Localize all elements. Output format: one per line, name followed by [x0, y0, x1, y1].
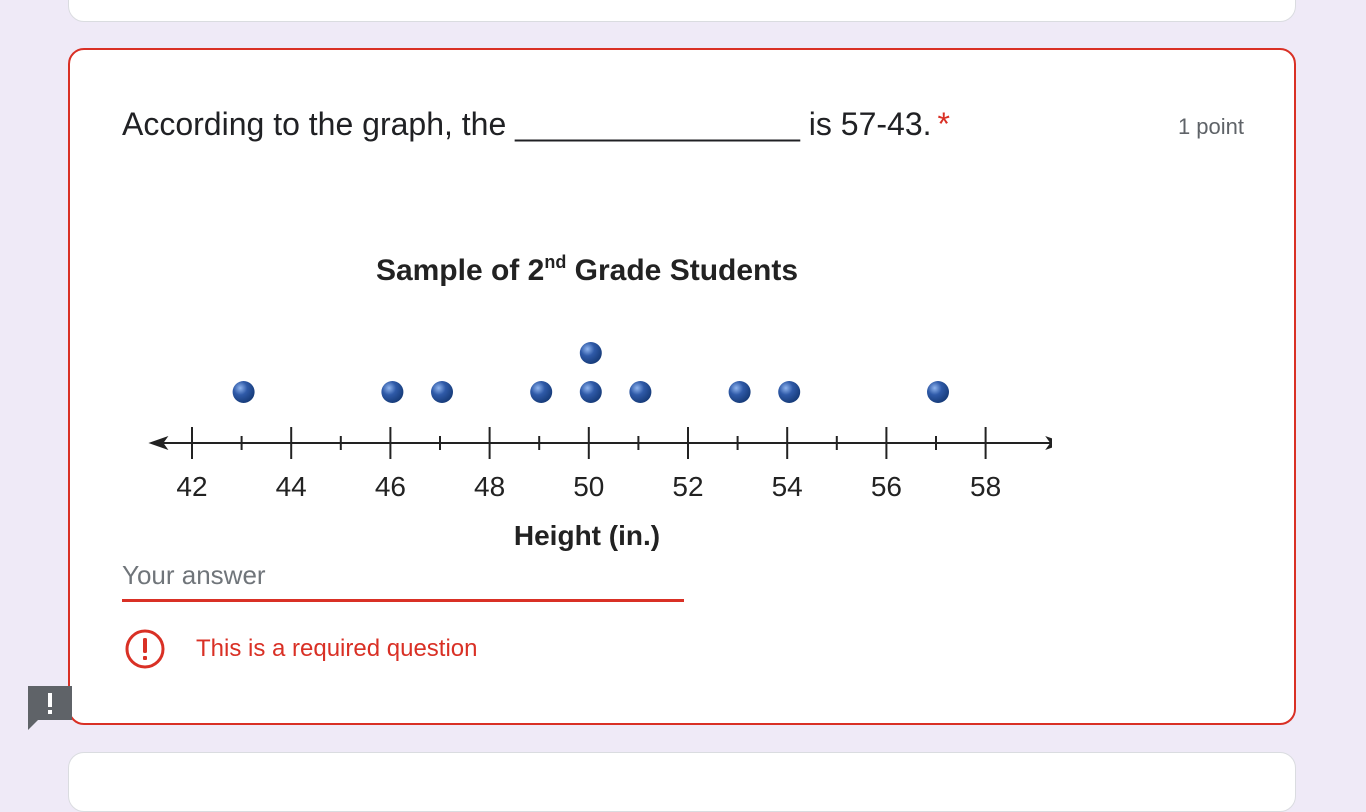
- data-point: [629, 381, 652, 403]
- x-tick-label: 46: [375, 471, 406, 502]
- data-point: [579, 342, 602, 364]
- answer-input[interactable]: [122, 558, 684, 599]
- report-feedback-icon[interactable]: [28, 686, 72, 730]
- previous-question-card: [68, 0, 1296, 22]
- question-text: According to the graph, the ____________…: [122, 106, 932, 142]
- question-title: According to the graph, the ____________…: [122, 106, 950, 143]
- question-points: 1 point: [1177, 114, 1244, 139]
- data-point: [927, 381, 949, 403]
- dot-plot-svg: Sample of 2nd Grade Students 42 44 46 48 50 5…: [148, 252, 1052, 551]
- data-point: [530, 381, 553, 403]
- error-text: This is a required question: [196, 635, 478, 662]
- x-tick-label: 50: [573, 471, 604, 502]
- x-tick-label: 52: [672, 471, 703, 502]
- chart-title-prefix: Sample of 2: [376, 254, 544, 287]
- required-asterisk: *: [937, 106, 950, 142]
- x-tick-label: 42: [176, 471, 207, 502]
- dot-plot-figure: Sample of 2nd Grade Students 42 44 46 48 50 5…: [122, 200, 1052, 570]
- chart-title: Sample of 2nd Grade Students: [376, 252, 798, 287]
- answer-underline: [122, 599, 684, 602]
- answer-field[interactable]: [122, 558, 684, 602]
- error-message: This is a required question: [124, 628, 477, 670]
- chart-title-suffix: Grade Students: [566, 254, 798, 287]
- chart-title-superscript: nd: [544, 252, 566, 272]
- next-question-card: [68, 752, 1296, 812]
- number-line: 42 44 46 48 50 52 54 56 58: [148, 427, 1052, 502]
- data-point: [728, 381, 751, 403]
- x-tick-label: 44: [276, 471, 307, 502]
- data-point: [431, 381, 453, 403]
- question-card: According to the graph, the ____________…: [68, 48, 1296, 725]
- data-point: [381, 381, 404, 403]
- error-circle-icon: [125, 629, 165, 669]
- x-tick-label: 58: [970, 471, 1001, 502]
- x-tick-label: 56: [871, 471, 902, 502]
- x-axis-label: Height (in.): [514, 520, 660, 551]
- data-point: [778, 381, 801, 403]
- x-tick-label: 54: [772, 471, 803, 502]
- data-points: [232, 342, 949, 403]
- x-tick-label: 48: [474, 471, 505, 502]
- data-point: [579, 381, 602, 403]
- data-point: [232, 381, 255, 403]
